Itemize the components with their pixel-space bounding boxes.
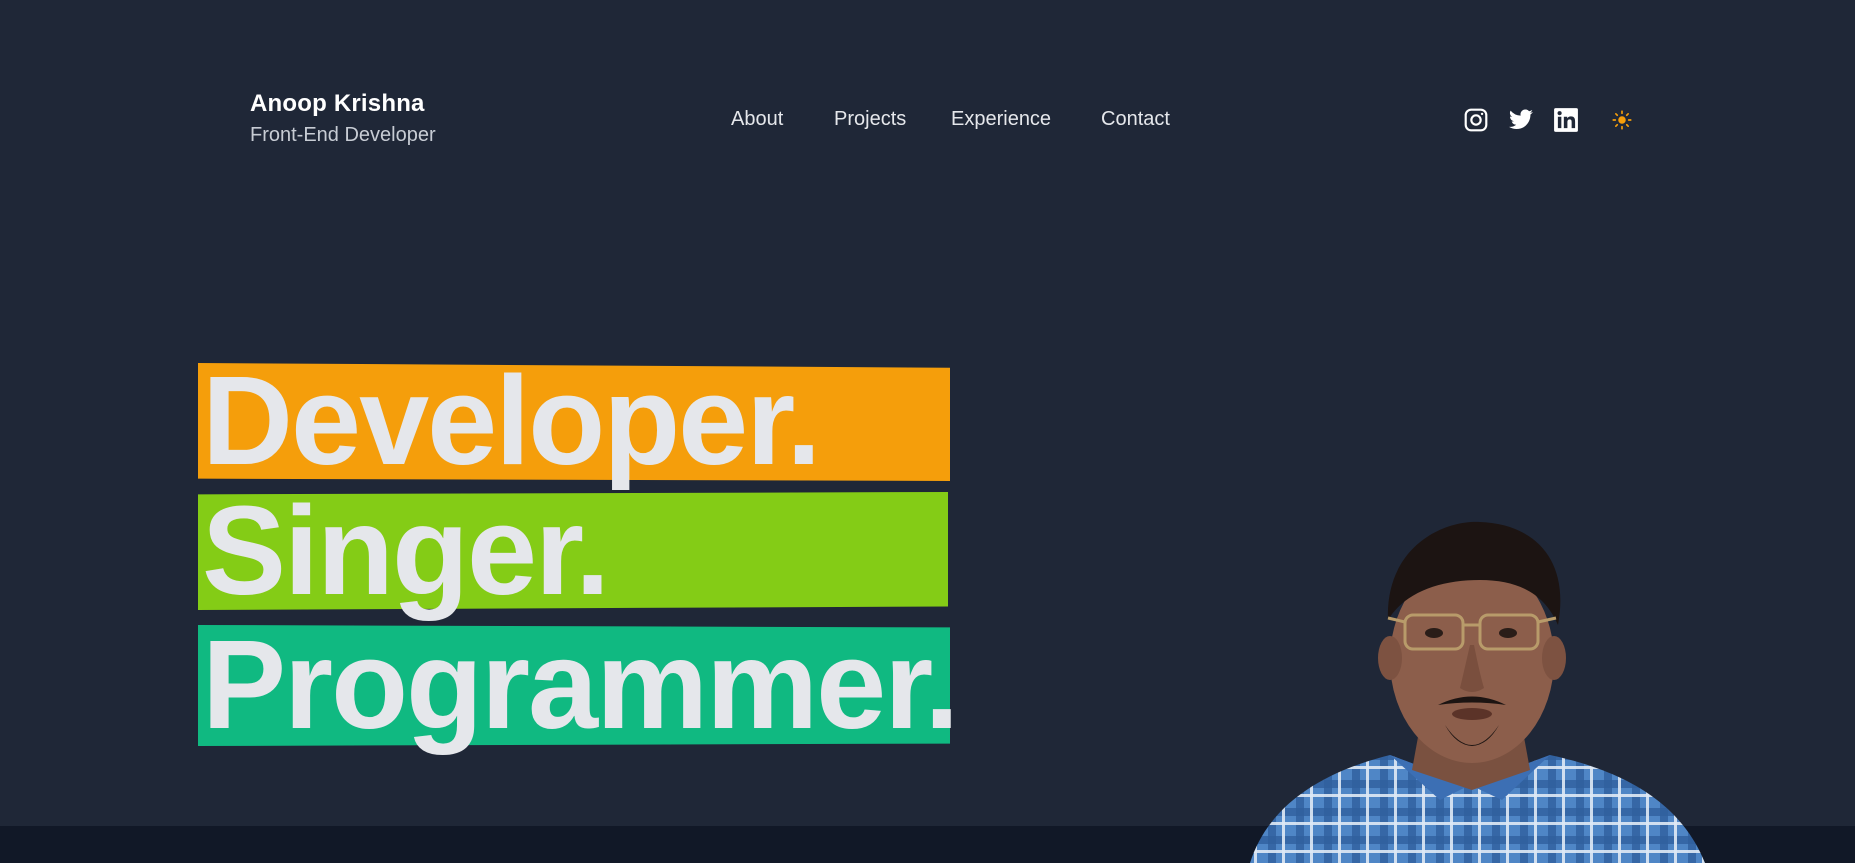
twitter-icon[interactable] (1507, 106, 1535, 134)
nav-about[interactable]: About (731, 108, 783, 131)
nav-experience[interactable]: Experience (951, 108, 1051, 131)
hero-word-text: Singer. (202, 480, 610, 621)
instagram-icon[interactable] (1462, 106, 1490, 134)
page: Anoop Krishna Front-End Developer About … (0, 0, 1855, 863)
sun-icon[interactable] (1610, 108, 1634, 132)
hero-word-programmer: Programmer. (198, 614, 959, 755)
linkedin-icon[interactable] (1552, 106, 1580, 134)
hero-word-singer: Singer. (198, 488, 948, 618)
social-links (1462, 106, 1634, 134)
profile-photo (1250, 521, 1705, 863)
nav-projects[interactable]: Projects (834, 108, 906, 131)
hero-word-text: Developer. (202, 350, 821, 491)
hero-word-text: Programmer. (202, 614, 959, 755)
nav-contact[interactable]: Contact (1101, 108, 1170, 131)
hero-word-developer: Developer. (198, 358, 950, 489)
